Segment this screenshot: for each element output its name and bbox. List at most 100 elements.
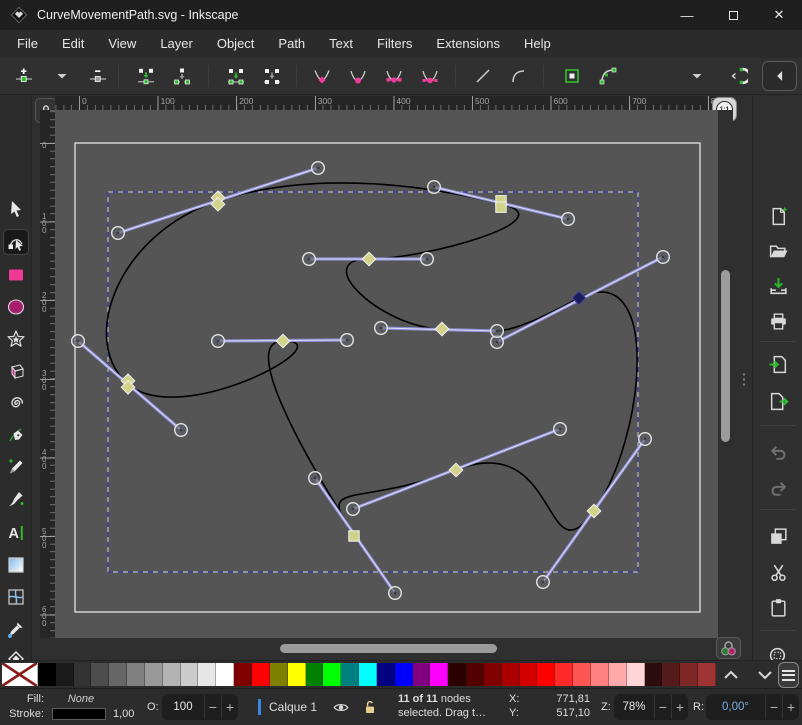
path-node-smooth[interactable] [362,252,376,266]
join-segment-button[interactable] [220,61,252,91]
palette-menu-button[interactable] [778,662,799,688]
color-managed-view-toggle[interactable] [716,637,741,659]
paste-button[interactable] [763,592,793,622]
doc-open-button[interactable] [763,236,793,266]
stroke-to-path-button[interactable] [592,61,624,91]
rotation-plus-button[interactable]: + [782,695,799,719]
caret-down-button[interactable] [46,61,78,91]
node-auto-button[interactable] [414,61,446,91]
menu-item-view[interactable]: View [96,30,148,58]
swatch-ffd5d5[interactable] [627,663,645,686]
swatch-ff5555[interactable] [573,663,591,686]
opacity-spinbox[interactable]: 100 − + [162,694,238,720]
break-nodes-button[interactable] [166,61,198,91]
swatch-2b0d0d[interactable] [645,663,663,686]
import-button[interactable] [763,271,793,301]
delete-node-button[interactable] [82,61,114,91]
swatch-ff2a2a[interactable] [555,663,573,686]
opacity-plus-button[interactable]: + [221,695,238,719]
menu-item-filters[interactable]: Filters [365,30,424,58]
stroke-color-swatch[interactable] [52,708,106,720]
swatch-b3b3b3[interactable] [163,663,181,686]
cut-button[interactable] [763,557,793,587]
stroke-width-value[interactable]: 1,00 [113,708,134,720]
horizontal-scrollbar-thumb[interactable] [280,644,497,653]
swatch-000000[interactable] [38,663,56,686]
redo-button[interactable] [763,473,793,503]
doc-export-button[interactable] [763,386,793,416]
swatch-800000[interactable] [234,663,252,686]
menu-item-path[interactable]: Path [266,30,317,58]
swatch-008000[interactable] [306,663,324,686]
join-nodes-button[interactable] [130,61,162,91]
swatch-7e2727[interactable] [680,663,698,686]
menu-item-help[interactable]: Help [512,30,563,58]
vertical-scrollbar-thumb[interactable] [721,270,730,442]
close-button[interactable]: ✕ [756,0,802,30]
tool-rectangle[interactable] [4,263,28,287]
swatch-cccccc[interactable] [181,663,199,686]
canvas[interactable] [55,110,718,638]
object-to-path-button[interactable] [556,61,588,91]
opacity-value[interactable]: 100 [162,701,204,713]
swatch-666666[interactable] [109,663,127,686]
tool-box3d[interactable] [4,359,28,383]
horizontal-scrollbar[interactable] [55,638,718,658]
menu-item-edit[interactable]: Edit [50,30,96,58]
zoom-minus-button[interactable]: − [654,695,671,719]
print-button[interactable] [763,306,793,336]
path-node-smooth[interactable] [449,463,463,477]
swatch-none[interactable] [2,663,38,686]
bezier-path[interactable] [106,183,637,544]
layer-lock-toggle[interactable] [362,698,378,719]
tool-selector[interactable] [4,197,28,221]
vertical-scrollbar[interactable] [718,110,733,638]
delete-segment-button[interactable] [256,61,288,91]
rotation-minus-button[interactable]: − [765,695,782,719]
caret-down-button[interactable] [681,61,713,91]
swatch-ffff00[interactable] [288,663,306,686]
swatch-00ff00[interactable] [323,663,341,686]
opacity-minus-button[interactable]: − [204,695,221,719]
tool-ellipse[interactable] [4,295,28,319]
tool-node-editor[interactable] [4,230,28,254]
node-symmetric-button[interactable] [378,61,410,91]
zoom-plus-button[interactable]: + [671,695,688,719]
tool-pencil[interactable] [4,455,28,479]
minimize-button[interactable]: — [664,0,710,30]
layer-name[interactable]: Calque 1 [269,700,317,714]
menu-item-object[interactable]: Object [205,30,267,58]
rotation-spinbox[interactable]: 0,00° − + [706,694,799,720]
swatch-808000[interactable] [270,663,288,686]
snap-collapse-button[interactable] [762,61,797,91]
tool-star[interactable] [4,327,28,351]
menu-item-layer[interactable]: Layer [148,30,205,58]
node-smooth-button[interactable] [342,61,374,91]
swatch-008080[interactable] [341,663,359,686]
swatch-4d4d4d[interactable] [91,663,109,686]
menu-item-file[interactable]: File [5,30,50,58]
swatch-00ffff[interactable] [359,663,377,686]
swatch-ffaaaa[interactable] [609,663,627,686]
insert-node-button[interactable] [8,61,40,91]
horizontal-ruler[interactable]: 0100200300400500600700800 [55,96,717,110]
dock-resize-grip[interactable]: ⋮ [737,366,751,392]
swatch-ffffff[interactable] [216,663,234,686]
swatch-550000[interactable] [466,663,484,686]
undo-button[interactable] [763,437,793,467]
tool-gradient[interactable] [4,553,28,577]
tool-spiral[interactable] [4,391,28,415]
doc-new-button[interactable] [763,201,793,231]
path-node-smooth[interactable] [435,322,449,336]
vertical-ruler[interactable]: 01 0 02 0 03 0 04 0 05 0 06 0 0 [40,110,55,638]
swatch-551a1a[interactable] [662,663,680,686]
tool-dropper[interactable] [4,617,28,641]
swatch-808080[interactable] [127,663,145,686]
swatch-0000ff[interactable] [395,663,413,686]
segment-curve-button[interactable] [502,61,534,91]
swatch-ff0000[interactable] [537,663,555,686]
swatch-2b0000[interactable] [448,663,466,686]
menu-item-extensions[interactable]: Extensions [424,30,512,58]
swatch-999999[interactable] [145,663,163,686]
path-node-cusp[interactable] [349,531,359,541]
